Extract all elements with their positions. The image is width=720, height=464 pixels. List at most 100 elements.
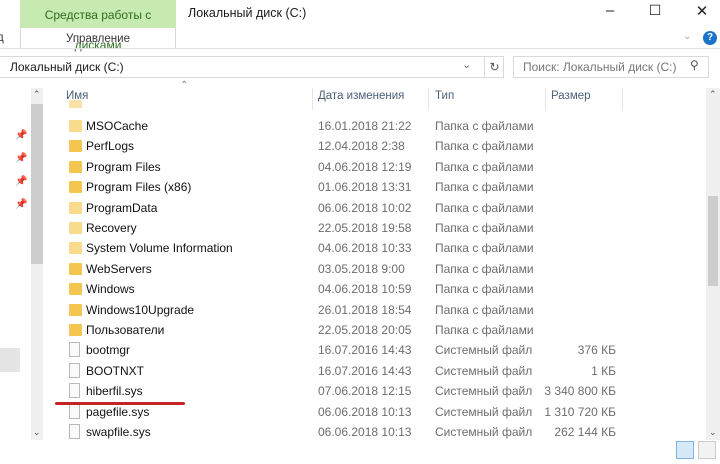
file-type: Папка с файлами [435, 282, 534, 297]
file-date: 16.07.2016 14:43 [318, 363, 412, 378]
address-history-chevron-icon[interactable]: ⌄ [462, 58, 471, 71]
large-icons-view-button[interactable] [698, 441, 716, 459]
file-name: swapfile.sys [86, 425, 151, 439]
file-row[interactable]: Пользователи 22.05.2018 20:05 Папка с файл… [60, 320, 700, 340]
file-row[interactable]: bootmgr 16.07.2016 14:43 Системный файл 376… [60, 340, 700, 360]
file-row[interactable]: Recovery 22.05.2018 19:58 Папка с файлами [60, 218, 700, 238]
expand-ribbon-icon[interactable]: ⌄ [683, 31, 691, 42]
details-view-button[interactable] [676, 441, 694, 459]
scroll-down-icon[interactable]: ⌄ [33, 427, 41, 438]
disk-tools-tab[interactable]: Средства работы с дисками [20, 0, 176, 52]
pin-icon: 📌 [15, 176, 28, 187]
file-date: 01.06.2018 13:31 [318, 180, 412, 195]
file-name: Windows [86, 282, 135, 297]
file-name: BOOTNXT [86, 363, 145, 378]
file-size: 262 144 КБ [554, 425, 616, 439]
file-row[interactable]: ProgramData 06.06.2018 10:02 Папка с файла… [60, 198, 700, 218]
file-type: Папка с файлами [435, 221, 534, 235]
search-icon[interactable]: ⚲ [690, 58, 699, 72]
folder-icon [69, 283, 82, 296]
folder-icon [69, 140, 82, 153]
scroll-down-icon[interactable]: ⌄ [709, 427, 717, 438]
folder-icon [69, 201, 82, 214]
partially-hidden-row [60, 100, 700, 108]
file-date: 03.05.2018 9:00 [318, 261, 405, 276]
sort-ascending-icon: ⌃ [180, 80, 189, 91]
file-icon [69, 383, 80, 399]
file-date: 12.04.2018 2:38 [318, 139, 405, 154]
file-type: Системный файл [435, 343, 533, 358]
file-icon [69, 362, 80, 378]
file-type: Папка с файлами [435, 302, 534, 317]
pin-icon: 📌 [15, 153, 28, 164]
highlight-underline [55, 402, 185, 405]
file-date: 04.06.2018 12:19 [318, 159, 412, 174]
file-name: Recovery [86, 221, 137, 235]
file-row[interactable]: BOOTNXT 16.07.2016 14:43 Системный файл 1 К… [60, 361, 700, 381]
file-type: Папка с файлами [435, 119, 534, 133]
file-date: 26.01.2018 18:54 [318, 302, 412, 317]
folder-icon [69, 222, 82, 234]
file-name: pagefile.sys [86, 404, 150, 419]
search-input[interactable]: Поиск: Локальный диск (C:) [513, 56, 709, 78]
file-size: 3 340 800 КБ [544, 384, 616, 399]
file-date: 22.05.2018 19:58 [318, 221, 412, 235]
file-type: Папка с файлами [435, 261, 534, 276]
folder-icon [69, 303, 82, 316]
file-name: PerfLogs [86, 139, 135, 154]
file-row[interactable]: Windows10Upgrade 26.01.2018 18:54 Папка с … [60, 300, 700, 320]
file-row[interactable]: PerfLogs 12.04.2018 2:38 Папка с файлами [60, 136, 700, 156]
nav-scrollbar-thumb[interactable] [31, 104, 43, 264]
file-row[interactable]: System Volume Information 04.06.2018 10:3… [60, 238, 700, 258]
file-row[interactable]: swapfile.sys 06.06.2018 10:13 Системный фа… [60, 422, 700, 442]
file-name: ProgramData [86, 200, 158, 215]
file-name: MSOCache [86, 119, 149, 133]
scroll-up-icon[interactable]: ⌃ [33, 89, 41, 100]
address-bar[interactable]: Локальный диск (C:) [0, 56, 504, 78]
file-date: 06.06.2018 10:02 [318, 200, 412, 215]
file-row[interactable]: hiberfil.sys 07.06.2018 12:15 Системный фа… [60, 381, 700, 401]
maximize-button[interactable]: ☐ [645, 2, 665, 22]
folder-icon [69, 242, 82, 255]
file-type: Папка с файлами [435, 180, 534, 195]
file-date: 16.07.2016 14:43 [318, 343, 412, 358]
file-date: 04.06.2018 10:59 [318, 282, 412, 297]
file-type: Системный файл [435, 384, 533, 399]
file-name: bootmgr [86, 343, 131, 358]
file-row[interactable]: Program Files 04.06.2018 12:19 Папка с фай… [60, 157, 700, 177]
nav-selected-item[interactable] [0, 348, 20, 372]
file-name: Program Files (x86) [86, 180, 192, 195]
file-name: hiberfil.sys [86, 384, 143, 399]
file-name: Program Files [86, 159, 161, 174]
minimize-button[interactable]: – [600, 2, 620, 22]
file-name: WebServers [86, 261, 152, 276]
file-icon [69, 424, 80, 439]
ribbon-divider [0, 48, 720, 49]
folder-icon [69, 262, 82, 275]
file-date: 04.06.2018 10:33 [318, 241, 412, 256]
file-type: Папка с файлами [435, 241, 534, 256]
folder-icon [69, 120, 82, 132]
file-icon [69, 403, 80, 419]
ribbon-tab-fragment[interactable]: д [0, 32, 4, 44]
file-row[interactable]: Program Files (x86) 01.06.2018 13:31 Папка… [60, 177, 700, 197]
file-date: 16.01.2018 21:22 [318, 119, 412, 133]
file-row[interactable]: Windows 04.06.2018 10:59 Папка с файлами [60, 279, 700, 299]
file-type: Папка с файлами [435, 159, 534, 174]
help-icon[interactable]: ? [703, 31, 717, 45]
manage-tab[interactable]: Управление [20, 28, 176, 48]
file-name: Пользователи [86, 323, 165, 337]
file-date: 07.06.2018 12:15 [318, 384, 412, 399]
file-type: Системный файл [435, 404, 533, 419]
refresh-icon[interactable]: ↻ [484, 56, 504, 78]
scroll-up-icon[interactable]: ⌃ [709, 89, 717, 100]
close-button[interactable]: ✕ [692, 2, 712, 22]
file-size: 376 КБ [577, 343, 616, 358]
file-date: 06.06.2018 10:13 [318, 425, 412, 439]
file-list-scrollbar-thumb[interactable] [708, 196, 718, 286]
file-row[interactable]: MSOCache 16.01.2018 21:22 Папка с файлами [60, 116, 700, 136]
file-type: Системный файл [435, 425, 533, 439]
folder-icon [69, 160, 82, 173]
file-name: Windows10Upgrade [86, 302, 195, 317]
file-row[interactable]: WebServers 03.05.2018 9:00 Папка с файлами [60, 259, 700, 279]
